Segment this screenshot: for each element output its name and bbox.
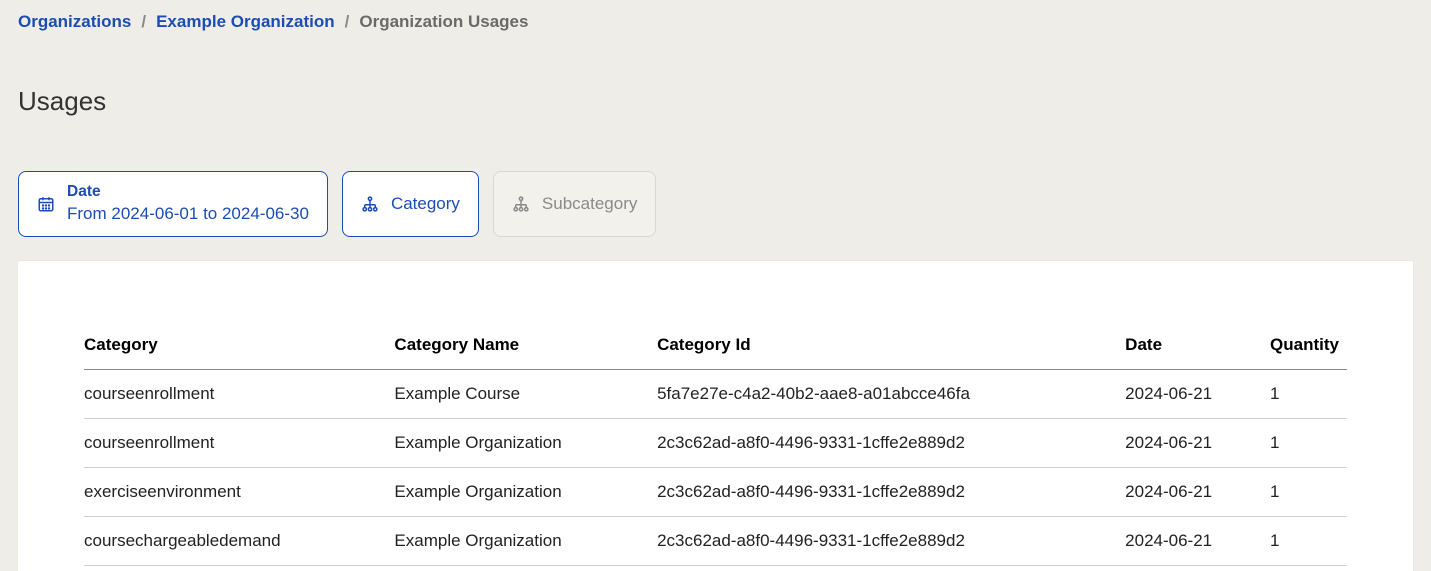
filter-subcategory: Subcategory (493, 171, 656, 237)
cell-quantity: 1 (1270, 516, 1347, 565)
calendar-icon (37, 195, 55, 213)
cell-category-id: 2c3c62ad-a8f0-4496-9331-1cffe2e889d2 (657, 418, 1125, 467)
hierarchy-icon (512, 195, 530, 213)
cell-category: courseenrollment (84, 369, 394, 418)
cell-category-id: 5fa7e27e-c4a2-40b2-aae8-a01abcce46fa (657, 369, 1125, 418)
breadcrumb-example-organization[interactable]: Example Organization (156, 12, 335, 32)
cell-date: 2024-06-21 (1125, 369, 1270, 418)
cell-quantity: 1 (1270, 418, 1347, 467)
th-date: Date (1125, 323, 1270, 370)
cell-category-name: Example Course (394, 369, 657, 418)
cell-category: exerciseenvironment (84, 467, 394, 516)
cell-date: 2024-06-21 (1125, 467, 1270, 516)
cell-category-id: 2c3c62ad-a8f0-4496-9331-1cffe2e889d2 (657, 516, 1125, 565)
th-category: Category (84, 323, 394, 370)
cell-date: 2024-06-21 (1125, 418, 1270, 467)
breadcrumb-organizations[interactable]: Organizations (18, 12, 131, 32)
breadcrumb-separator: / (345, 12, 350, 32)
th-category-name: Category Name (394, 323, 657, 370)
breadcrumb-current: Organization Usages (359, 12, 528, 32)
th-category-id: Category Id (657, 323, 1125, 370)
cell-category-name: Example Organization (394, 516, 657, 565)
cell-date: 2024-06-21 (1125, 516, 1270, 565)
cell-category: coursechargeabledemand (84, 516, 394, 565)
breadcrumb: Organizations / Example Organization / O… (18, 8, 1413, 32)
cell-category: courseenrollment (84, 418, 394, 467)
page-title: Usages (18, 86, 1413, 117)
th-quantity: Quantity (1270, 323, 1347, 370)
table-row: courseenrollment Example Course 5fa7e27e… (84, 369, 1347, 418)
filter-category-label: Category (391, 194, 460, 214)
breadcrumb-separator: / (141, 12, 146, 32)
table-row: courseenrollment Example Organization 2c… (84, 418, 1347, 467)
filter-subcategory-label: Subcategory (542, 194, 637, 214)
filter-date[interactable]: Date From 2024-06-01 to 2024-06-30 (18, 171, 328, 237)
filter-category[interactable]: Category (342, 171, 479, 237)
cell-quantity: 1 (1270, 369, 1347, 418)
hierarchy-icon (361, 195, 379, 213)
cell-category-id: 2c3c62ad-a8f0-4496-9331-1cffe2e889d2 (657, 467, 1125, 516)
cell-quantity: 1 (1270, 467, 1347, 516)
table-row: exerciseenvironment Example Organization… (84, 467, 1347, 516)
usages-table-card: Category Category Name Category Id Date … (18, 261, 1413, 571)
filter-date-label: Date (67, 182, 309, 203)
filter-bar: Date From 2024-06-01 to 2024-06-30 (18, 171, 1413, 237)
cell-category-name: Example Organization (394, 418, 657, 467)
table-row: coursechargeabledemand Example Organizat… (84, 516, 1347, 565)
usages-table: Category Category Name Category Id Date … (84, 323, 1347, 566)
cell-category-name: Example Organization (394, 467, 657, 516)
filter-date-value: From 2024-06-01 to 2024-06-30 (67, 203, 309, 226)
